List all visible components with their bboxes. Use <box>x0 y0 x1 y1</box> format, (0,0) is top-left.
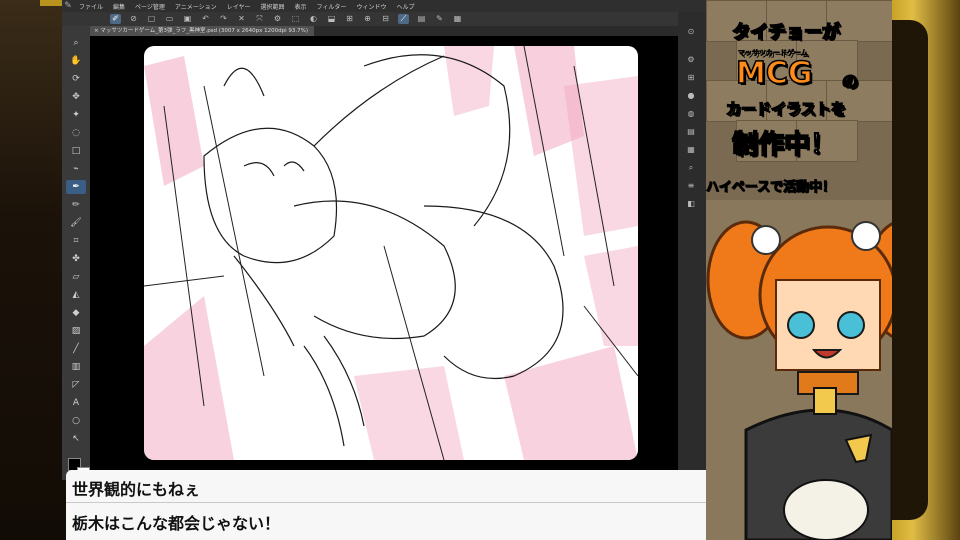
crop-icon[interactable]: ⊞ <box>344 14 355 24</box>
edit-icon[interactable]: ✎ <box>434 14 445 24</box>
menu-edit[interactable]: 編集 <box>108 2 130 11</box>
magnifier-icon[interactable]: ⌕ <box>66 36 86 50</box>
title-line-1: タイチョーが <box>731 21 841 44</box>
panel-icon[interactable]: ▦ <box>452 14 463 24</box>
wand-icon[interactable]: ✦ <box>66 108 86 122</box>
menu-layer[interactable]: レイヤー <box>222 2 256 11</box>
menu-filter[interactable]: フィルター <box>312 2 352 11</box>
undo-icon[interactable]: ↶ <box>200 14 211 24</box>
dialog-separator <box>66 502 772 503</box>
menu-view[interactable]: 表示 <box>290 2 312 11</box>
pen-icon[interactable]: ✒ <box>66 180 86 194</box>
subtool-icon[interactable]: ⚙ <box>684 54 698 66</box>
move-icon[interactable]: ✥ <box>66 90 86 104</box>
fill-icon[interactable]: ◆ <box>66 306 86 320</box>
right-icon-strip: ⊙ ⚙ ⊞ ● ◍ ▤ ▦ ⌕ ≡ ◧ <box>678 12 706 480</box>
dialog-box: 世界観的にもねぇ 栃木はこんな都会じゃない！ <box>66 470 772 540</box>
redo-icon[interactable]: ↷ <box>218 14 229 24</box>
title-line-4: 制作中！ <box>731 129 837 161</box>
menu-page[interactable]: ページ管理 <box>130 2 170 11</box>
eyedropper-icon[interactable]: ⌁ <box>66 162 86 176</box>
decoration-icon[interactable]: ✤ <box>66 252 86 266</box>
ruler-snap-icon[interactable]: ⊟ <box>380 14 391 24</box>
drawing-canvas[interactable] <box>144 46 638 460</box>
subtitle: ハイペースで活動中！ <box>705 180 836 196</box>
color-wheel-icon[interactable]: ◍ <box>684 108 698 120</box>
tool-palette: ⌕ ✋ ⟳ ✥ ✦ ◌ □ ⌁ ✒ ✏ 🖌 ⌗ ✤ ▱ ◭ ◆ ▨ ╱ ▥ ◸ … <box>62 26 90 480</box>
navigator-icon[interactable]: ⊙ <box>684 26 698 38</box>
title-big: MCG <box>735 55 813 92</box>
deselect-icon[interactable]: ⬓ <box>326 14 337 24</box>
correct-line-icon[interactable]: ↖ <box>66 432 86 446</box>
save-icon[interactable]: ▣ <box>182 14 193 24</box>
ruler-icon[interactable]: ◸ <box>66 378 86 392</box>
tv-bezel-inner <box>892 20 928 520</box>
select-icon[interactable]: ⬚ <box>290 14 301 24</box>
layer-property-icon[interactable]: ▤ <box>684 126 698 138</box>
menu-selection[interactable]: 選択範囲 <box>256 2 290 11</box>
settings-icon[interactable]: ⚙ <box>272 14 283 24</box>
hand-icon[interactable]: ✋ <box>66 54 86 68</box>
dialog-line-2: 栃木はこんな都会じゃない！ <box>72 514 281 533</box>
gradient-icon[interactable]: ▨ <box>66 324 86 338</box>
title-overlay: タイチョーが マッサツカードゲーム MCG の カードイラストを 制作中！ <box>722 18 868 168</box>
invert-icon[interactable]: ◐ <box>308 14 319 24</box>
figure-icon[interactable]: ╱ <box>66 342 86 356</box>
app-logo-icon[interactable]: ✎ <box>62 0 74 12</box>
transform-icon[interactable]: ⤧ <box>254 14 265 24</box>
open-icon[interactable]: ▭ <box>164 14 175 24</box>
dialog-line-1: 世界観的にもねぇ <box>72 480 201 499</box>
pixel-character-illustration <box>706 200 892 540</box>
menu-file[interactable]: ファイル <box>74 2 108 11</box>
layer-icon[interactable]: ▤ <box>416 14 427 24</box>
lasso-icon[interactable]: ◌ <box>66 126 86 140</box>
menu-window[interactable]: ウィンドウ <box>351 2 391 11</box>
command-bar: ✐ ⊘ ▢ ▭ ▣ ↶ ↷ ✕ ⤧ ⚙ ⬚ ◐ ⬓ ⊞ ⊕ ⊟ ⟋ ▤ ✎ ▦ <box>62 12 706 26</box>
airbrush-icon[interactable]: ⌗ <box>66 234 86 248</box>
line-art-illustration <box>144 46 638 460</box>
pencil-icon[interactable]: ✏ <box>66 198 86 212</box>
brush-icon[interactable]: 🖌 <box>66 216 86 230</box>
dropper-cmd-icon[interactable]: ⊘ <box>128 14 139 24</box>
document-tab[interactable]: × マッサツカードゲーム_第3弾_ラフ_黒神室.psd (3007 x 2640… <box>90 26 314 36</box>
title-line-3: カードイラストを <box>725 99 846 119</box>
brush-cmd-icon[interactable]: ✐ <box>110 14 121 24</box>
clear-icon[interactable]: ✕ <box>236 14 247 24</box>
menu-bar: ✎ ファイル 編集 ページ管理 アニメーション レイヤー 選択範囲 表示 フィル… <box>62 0 706 12</box>
material-icon[interactable]: ◧ <box>684 198 698 210</box>
history-icon[interactable]: ▦ <box>684 144 698 156</box>
brush-size-icon[interactable]: ● <box>684 90 698 102</box>
eraser-icon[interactable]: ▱ <box>66 270 86 284</box>
new-canvas-icon[interactable]: ▢ <box>146 14 157 24</box>
search-layer-icon[interactable]: ⌕ <box>684 162 698 174</box>
tool-property-icon[interactable]: ⊞ <box>684 72 698 84</box>
line-snap-icon[interactable]: ⟋ <box>398 14 409 24</box>
menu-help[interactable]: ヘルプ <box>391 2 419 11</box>
blend-icon[interactable]: ◭ <box>66 288 86 302</box>
select-rect-icon[interactable]: □ <box>66 144 86 158</box>
snap-icon[interactable]: ⊕ <box>362 14 373 24</box>
menu-animation[interactable]: アニメーション <box>170 2 222 11</box>
balloon-icon[interactable]: ○ <box>66 414 86 428</box>
title-no: の <box>841 71 859 92</box>
layers-icon[interactable]: ≡ <box>684 180 698 192</box>
frame-icon[interactable]: ▥ <box>66 360 86 374</box>
text-icon[interactable]: A <box>66 396 86 410</box>
rotate-icon[interactable]: ⟳ <box>66 72 86 86</box>
